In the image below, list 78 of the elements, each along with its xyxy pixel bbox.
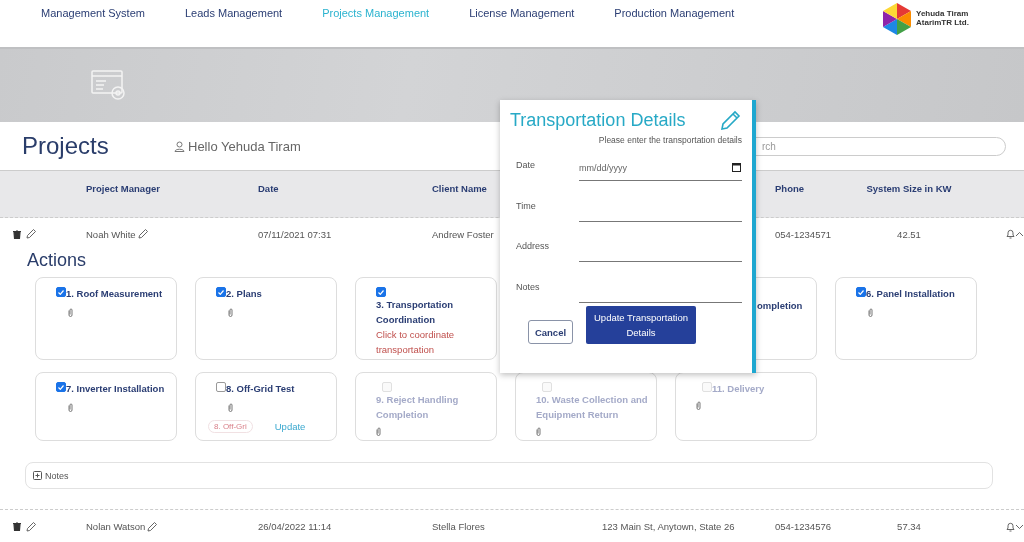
paperclip-icon[interactable]	[228, 403, 233, 412]
field-label: Date	[515, 159, 536, 170]
coordinate-link[interactable]: Click to coordinate transportation	[376, 327, 490, 357]
nav-link[interactable]: Production Management	[614, 7, 735, 19]
action-card[interactable]: 3. Transportation Coordination Click to coordinate transportation	[355, 277, 497, 360]
notes-label: Notes	[45, 470, 69, 481]
action-card[interactable]: 1. Roof Measurement	[35, 277, 177, 360]
trash-icon[interactable]	[13, 229, 21, 239]
paperclip-icon[interactable]	[68, 403, 73, 412]
nav-link[interactable]: Leads Management	[184, 7, 283, 19]
edit-icon[interactable]	[26, 229, 36, 239]
date-cell-text: 26/04/2022 11:14	[258, 521, 333, 532]
action-title: 6. Panel Installation	[866, 287, 955, 301]
client-cell-text: Stella Flores	[432, 521, 486, 532]
bell-icon[interactable]	[1006, 229, 1015, 239]
notes-bar[interactable]: Notes	[25, 462, 993, 489]
manager-cell: Nolan Watson	[86, 521, 258, 532]
column-header: System Size in KW	[865, 182, 953, 196]
phone-cell-text: 054-1234571	[775, 228, 832, 240]
bell-icon[interactable]	[1006, 521, 1015, 532]
checkbox[interactable]	[216, 287, 226, 297]
action-title: 9. Reject Handling Completion	[376, 393, 460, 422]
dialog-subtitle: Please enter the transportation details	[597, 135, 742, 145]
user-icon	[174, 140, 185, 152]
logo-icon	[881, 2, 913, 36]
edit-name-icon[interactable]	[137, 229, 148, 239]
address-cell-text: 123 Main St, Anytown, State 26	[602, 521, 736, 532]
cancel-button[interactable]: Cancel	[528, 320, 573, 344]
plus-box-icon[interactable]	[33, 471, 42, 480]
action-title: 3. Transportation Coordination	[376, 298, 455, 327]
checkbox[interactable]	[56, 382, 66, 392]
action-card[interactable]: 6. Panel Installation	[835, 277, 977, 360]
chevron-down-icon[interactable]	[1015, 523, 1024, 530]
page-title: Projects	[22, 132, 110, 160]
action-card[interactable]: 7. Inverter Installation	[35, 372, 177, 441]
pencil-icon	[720, 109, 742, 131]
action-title: 1. Roof Measurement	[66, 287, 163, 301]
column-header: Project Manager	[86, 182, 161, 196]
field-label: Notes	[515, 280, 541, 292]
manager-cell: Noah White	[86, 228, 258, 240]
submit-button[interactable]: Update Transportation Details	[586, 306, 696, 344]
greeting: Hello Yehuda Tiram	[174, 138, 301, 154]
action-title: 8. Off-Grid Test	[226, 382, 295, 396]
size-cell-text: 42.51	[896, 228, 922, 240]
date-field[interactable]: mm/dd/yyyy	[579, 155, 742, 181]
logo-text: Yehuda Tiram AtarimTR Ltd.	[916, 10, 970, 28]
action-title: 10. Waste Collection and Equipment Return	[536, 393, 649, 422]
column-header: Date	[258, 182, 280, 196]
size-cell-text: 57.34	[896, 521, 922, 532]
action-title: ompletion	[756, 299, 804, 313]
paperclip-icon[interactable]	[68, 308, 73, 317]
nav-link[interactable]: License Management	[469, 7, 575, 19]
edit-icon[interactable]	[26, 521, 36, 532]
chevron-up-icon[interactable]	[1015, 231, 1024, 237]
checkbox[interactable]	[376, 287, 386, 297]
column-header: Phone	[775, 182, 806, 196]
field-label: Time	[515, 199, 537, 211]
date-cell-text: 07/11/2021 07:31	[258, 228, 333, 240]
nav-link[interactable]: Management System	[41, 7, 145, 19]
action-card[interactable]: 2. Plans	[195, 277, 337, 360]
field-label: Address	[515, 240, 551, 251]
column-header: Client Name	[432, 182, 488, 196]
dialog-title: Transportation Details	[510, 109, 686, 131]
section-title: Actions	[26, 250, 88, 272]
calendar-icon[interactable]	[732, 163, 741, 172]
checkbox[interactable]	[216, 382, 226, 392]
checkbox[interactable]	[56, 287, 66, 297]
paperclip-icon[interactable]	[228, 308, 233, 317]
trash-icon[interactable]	[13, 522, 21, 531]
phone-cell-text: 054-1234576	[775, 521, 832, 532]
checkbox[interactable]	[856, 287, 866, 297]
action-card[interactable]: 8. Off-Grid Test 8. Off-Gri Update	[195, 372, 337, 441]
edit-name-icon[interactable]	[147, 521, 158, 532]
paperclip-icon[interactable]	[868, 308, 873, 317]
client-cell-text: Andrew Foster	[432, 228, 495, 240]
action-title: 2. Plans	[226, 287, 262, 301]
action-title: 7. Inverter Installation	[66, 382, 165, 396]
action-title: 11. Delivery	[712, 382, 765, 396]
